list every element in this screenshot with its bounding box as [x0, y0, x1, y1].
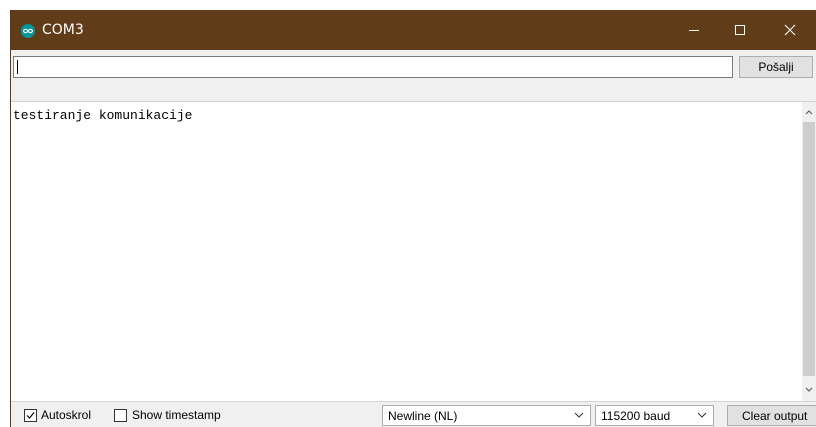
close-button[interactable]	[767, 10, 813, 50]
serial-monitor-window: COM3 Pošalji testiranje komunikacije Aut…	[10, 10, 816, 427]
show-timestamp-label[interactable]: Show timestamp	[132, 408, 221, 422]
autoscroll-checkbox[interactable]	[24, 409, 37, 422]
maximize-button[interactable]	[717, 10, 763, 50]
checkmark-icon	[26, 412, 35, 419]
serial-output-area[interactable]: testiranje komunikacije	[11, 101, 816, 401]
text-caret	[17, 60, 18, 74]
show-timestamp-checkbox[interactable]	[114, 409, 127, 422]
title-bar[interactable]: COM3	[11, 10, 816, 50]
send-input[interactable]	[13, 56, 733, 78]
baud-rate-value: 115200 baud	[601, 409, 671, 423]
chevron-down-icon	[574, 412, 584, 418]
scroll-up-button[interactable]	[802, 104, 816, 120]
arduino-infinity-icon	[21, 24, 35, 38]
line-ending-select[interactable]: Newline (NL)	[382, 405, 591, 426]
clear-output-button[interactable]: Clear output	[727, 405, 816, 426]
serial-output-text: testiranje komunikacije	[13, 108, 193, 123]
clear-output-label: Clear output	[742, 409, 808, 423]
autoscroll-label[interactable]: Autoskrol	[41, 408, 91, 422]
minimize-button[interactable]	[671, 10, 717, 50]
window-title: COM3	[42, 22, 84, 38]
chevron-up-icon	[805, 110, 813, 115]
chevron-down-icon	[697, 412, 707, 418]
chevron-down-icon	[805, 387, 813, 392]
scroll-down-button[interactable]	[802, 382, 816, 398]
vertical-scrollbar[interactable]	[802, 102, 816, 401]
scroll-thumb[interactable]	[803, 122, 815, 376]
status-bar: Autoskrol Show timestamp Newline (NL) 11…	[11, 401, 816, 427]
maximize-icon	[735, 25, 745, 35]
close-icon	[784, 24, 796, 36]
line-ending-value: Newline (NL)	[388, 409, 458, 423]
baud-rate-select[interactable]: 115200 baud	[595, 405, 714, 426]
minimize-icon	[689, 30, 699, 31]
send-bar: Pošalji	[11, 50, 816, 100]
send-button[interactable]: Pošalji	[739, 56, 813, 78]
